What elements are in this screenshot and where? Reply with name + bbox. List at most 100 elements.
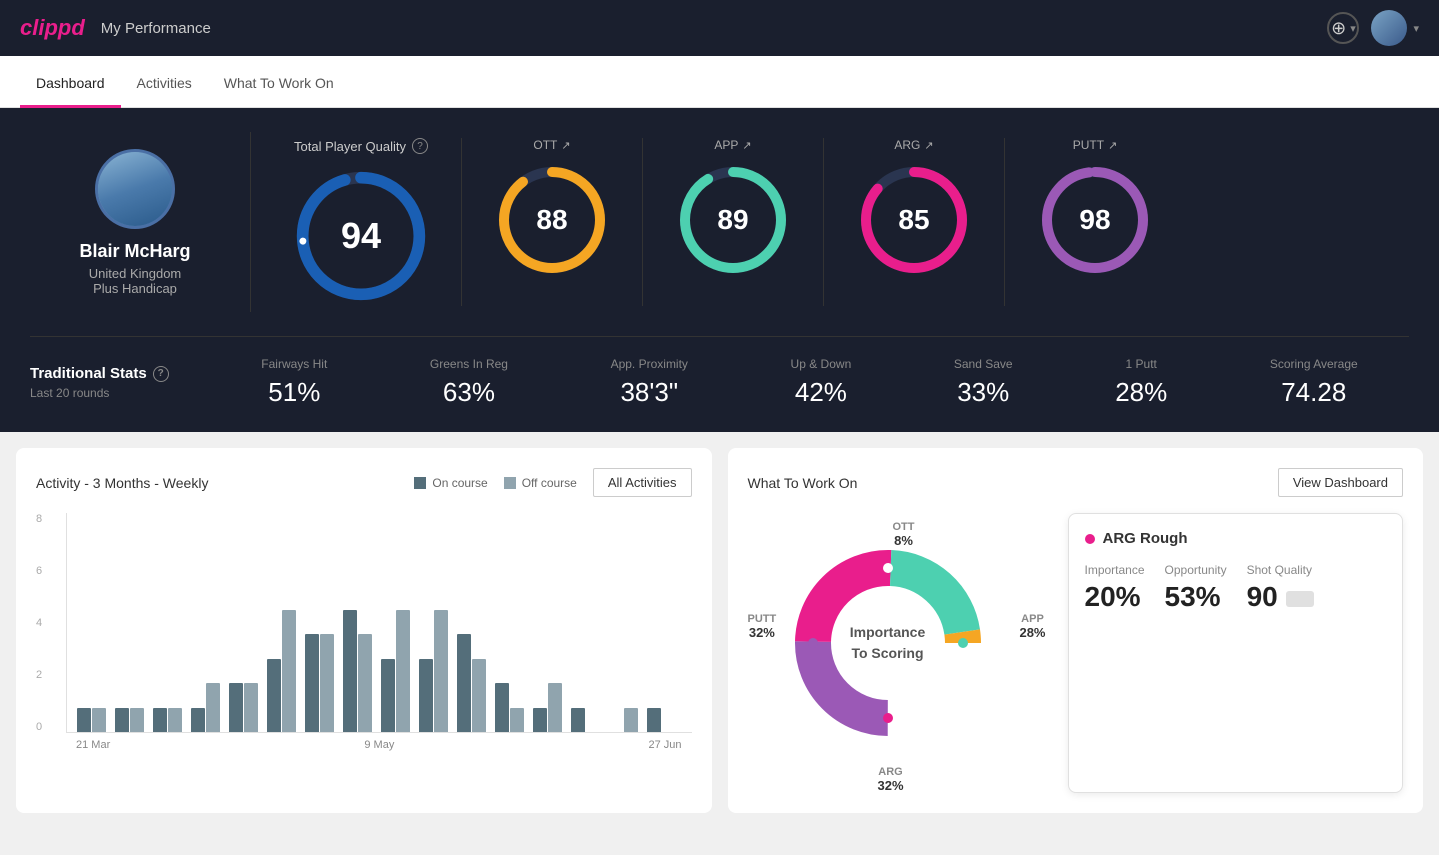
legend-offcourse: Off course: [504, 476, 577, 490]
x-label-mar: 21 Mar: [76, 739, 110, 751]
chart-x-labels: 21 Mar 9 May 27 Jun: [66, 733, 692, 751]
stat-scoring-label: Scoring Average: [1270, 357, 1358, 371]
offcourse-label: Off course: [522, 476, 577, 490]
bar-offcourse-10: [472, 659, 486, 732]
shot-quality-label: Shot Quality: [1247, 563, 1314, 577]
quality-section: Total Player Quality ? 94 OTT ↗: [261, 138, 1409, 306]
user-menu[interactable]: ▾: [1371, 10, 1419, 46]
stat-fairways-value: 51%: [261, 377, 327, 408]
stat-oneputt-label: 1 Putt: [1115, 357, 1167, 371]
stat-proximity-value: 38'3": [611, 377, 688, 408]
logo[interactable]: clippd: [20, 15, 85, 41]
bar-oncourse-2: [153, 708, 167, 732]
stats-subtitle: Last 20 rounds: [30, 386, 210, 400]
avatar-image: [98, 152, 172, 226]
bar-group-5: [267, 610, 301, 732]
add-chevron: ▾: [1350, 22, 1356, 35]
metric-app: APP ↗ 89: [642, 138, 823, 306]
all-activities-button[interactable]: All Activities: [593, 468, 692, 497]
bar-offcourse-12: [548, 683, 562, 732]
plus-icon: ⊕: [1331, 18, 1346, 39]
quality-label: Total Player Quality ?: [294, 138, 428, 154]
ott-label: OTT ↗: [533, 138, 570, 152]
bar-group-3: [191, 683, 225, 732]
bar-oncourse-7: [343, 610, 357, 732]
bar-offcourse-4: [244, 683, 258, 732]
ott-arrow: ↗: [561, 139, 570, 152]
bar-oncourse-10: [457, 634, 471, 732]
stat-sandsave-label: Sand Save: [954, 357, 1013, 371]
bar-offcourse-5: [282, 610, 296, 732]
stat-greens: Greens In Reg 63%: [430, 357, 508, 408]
bar-group-0: [77, 708, 111, 732]
bar-group-2: [153, 708, 187, 732]
bar-offcourse-2: [168, 708, 182, 732]
total-quality: Total Player Quality ? 94: [261, 138, 461, 306]
stats-help-icon[interactable]: ?: [153, 366, 169, 382]
bar-oncourse-9: [419, 659, 433, 732]
bar-group-15: [647, 708, 681, 732]
importance-label: Importance: [1085, 563, 1145, 577]
x-label-jun: 27 Jun: [648, 739, 681, 751]
stat-oneputt-value: 28%: [1115, 377, 1167, 408]
tab-activities[interactable]: Activities: [121, 61, 208, 108]
arg-value: 85: [898, 204, 929, 236]
shot-quality-row: 90: [1247, 581, 1314, 613]
hero-top: Blair McHarg United Kingdom Plus Handica…: [30, 132, 1409, 312]
oncourse-dot: [414, 477, 426, 489]
highlight-title: ARG Rough: [1085, 530, 1387, 547]
activity-title: Activity - 3 Months - Weekly: [36, 475, 208, 491]
shot-quality-badge: [1286, 591, 1314, 607]
y-2: 2: [36, 669, 42, 681]
bar-oncourse-12: [533, 708, 547, 732]
y-axis: 8 6 4 2 0: [36, 513, 46, 733]
stat-scoring-value: 74.28: [1270, 377, 1358, 408]
highlight-opportunity: Opportunity 53%: [1165, 563, 1227, 613]
bar-offcourse-0: [92, 708, 106, 732]
shot-quality-value: 90: [1247, 581, 1278, 613]
view-dashboard-button[interactable]: View Dashboard: [1278, 468, 1403, 497]
header-title: My Performance: [101, 20, 211, 37]
bottom-section: Activity - 3 Months - Weekly On course O…: [0, 432, 1439, 829]
hero-section: Blair McHarg United Kingdom Plus Handica…: [0, 108, 1439, 432]
tab-what-to-work-on[interactable]: What To Work On: [208, 61, 350, 108]
stats-title: Traditional Stats ?: [30, 365, 210, 382]
quality-help-icon[interactable]: ?: [412, 138, 428, 154]
stats-items: Fairways Hit 51% Greens In Reg 63% App. …: [210, 357, 1409, 408]
donut-center-text: Importance To Scoring: [850, 622, 925, 664]
total-quality-value: 94: [341, 215, 381, 257]
bar-group-4: [229, 683, 263, 732]
work-content: Importance To Scoring OTT 8% APP 28% ARG…: [748, 513, 1404, 793]
bar-group-9: [419, 610, 453, 732]
bar-offcourse-8: [396, 610, 410, 732]
tab-dashboard[interactable]: Dashboard: [20, 61, 121, 108]
bar-oncourse-1: [115, 708, 129, 732]
nav-tabs: Dashboard Activities What To Work On: [0, 56, 1439, 108]
player-info: Blair McHarg United Kingdom Plus Handica…: [30, 149, 240, 296]
importance-value: 20%: [1085, 581, 1145, 613]
metric-arg: ARG ↗ 85: [823, 138, 1004, 306]
bar-oncourse-5: [267, 659, 281, 732]
label-app: APP 28%: [1019, 613, 1045, 640]
bar-offcourse-11: [510, 708, 524, 732]
stat-updown-value: 42%: [791, 377, 852, 408]
label-arg: ARG 32%: [878, 766, 904, 793]
putt-value: 98: [1079, 204, 1110, 236]
bar-group-12: [533, 683, 567, 732]
chart-wrapper: 8 6 4 2 0 21 Mar 9 May 27 Jun: [36, 513, 692, 751]
bar-oncourse-4: [229, 683, 243, 732]
bar-offcourse-6: [320, 634, 334, 732]
bar-oncourse-3: [191, 708, 205, 732]
bar-group-7: [343, 610, 377, 732]
stat-updown-label: Up & Down: [791, 357, 852, 371]
ott-value: 88: [536, 204, 567, 236]
bar-group-10: [457, 634, 491, 732]
add-button[interactable]: ⊕ ▾: [1327, 12, 1359, 44]
stats-label-block: Traditional Stats ? Last 20 rounds: [30, 365, 210, 400]
arg-label: ARG ↗: [894, 138, 933, 152]
work-header: What To Work On View Dashboard: [748, 468, 1404, 497]
putt-arrow: ↗: [1108, 139, 1117, 152]
stat-scoring: Scoring Average 74.28: [1270, 357, 1358, 408]
chart-legend: On course Off course: [414, 476, 577, 490]
putt-chart: 98: [1035, 160, 1155, 280]
